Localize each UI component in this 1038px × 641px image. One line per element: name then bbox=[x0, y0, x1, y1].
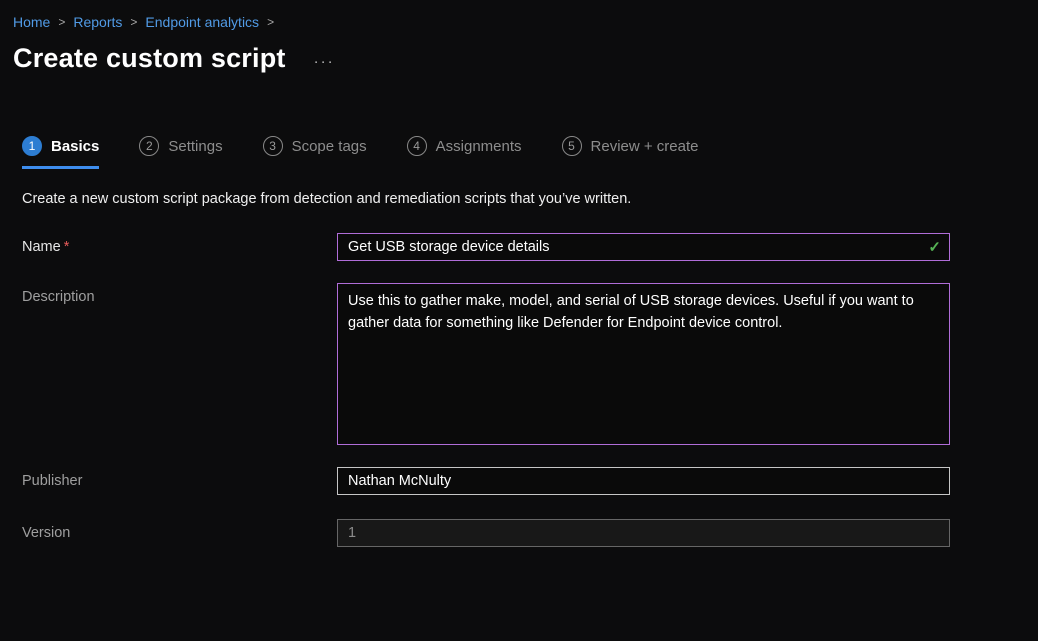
wizard-steps: 1 Basics 2 Settings 3 Scope tags 4 Assig… bbox=[22, 136, 1038, 169]
breadcrumb-home-link[interactable]: Home bbox=[13, 14, 50, 30]
tab-basics-label: Basics bbox=[51, 138, 99, 155]
step-2-circle: 2 bbox=[139, 136, 159, 156]
description-textarea[interactable]: Use this to gather make, model, and seri… bbox=[337, 283, 950, 445]
name-label: Name* bbox=[22, 233, 337, 261]
breadcrumb-separator: > bbox=[58, 15, 65, 29]
tab-scope-tags-label: Scope tags bbox=[292, 138, 367, 155]
breadcrumb-separator: > bbox=[267, 15, 274, 29]
tab-settings[interactable]: 2 Settings bbox=[139, 136, 222, 169]
version-input-wrap bbox=[337, 519, 950, 547]
name-field-row: Name* ✓ bbox=[22, 233, 1038, 261]
breadcrumb-separator: > bbox=[130, 15, 137, 29]
name-label-text: Name bbox=[22, 239, 61, 255]
version-input bbox=[337, 519, 950, 547]
intro-text: Create a new custom script package from … bbox=[22, 191, 1038, 207]
page-title: Create custom script bbox=[13, 43, 286, 74]
description-input-wrap: Use this to gather make, model, and seri… bbox=[337, 283, 950, 445]
basics-form: Name* ✓ Description Use this to gather m… bbox=[22, 233, 1038, 547]
tab-assignments-label: Assignments bbox=[436, 138, 522, 155]
tab-review-create[interactable]: 5 Review + create bbox=[562, 136, 699, 169]
required-asterisk: * bbox=[64, 239, 70, 255]
step-3-circle: 3 bbox=[263, 136, 283, 156]
step-1-circle: 1 bbox=[22, 136, 42, 156]
name-input[interactable] bbox=[337, 233, 950, 261]
version-label: Version bbox=[22, 519, 337, 547]
title-row: Create custom script ··· bbox=[0, 30, 1038, 74]
publisher-field-row: Publisher bbox=[22, 467, 1038, 495]
tab-basics[interactable]: 1 Basics bbox=[22, 136, 99, 169]
breadcrumb: Home > Reports > Endpoint analytics > bbox=[0, 0, 1038, 30]
description-label: Description bbox=[22, 283, 337, 445]
step-5-circle: 5 bbox=[562, 136, 582, 156]
step-4-circle: 4 bbox=[407, 136, 427, 156]
publisher-input[interactable] bbox=[337, 467, 950, 495]
create-custom-script-page: Home > Reports > Endpoint analytics > Cr… bbox=[0, 0, 1038, 547]
name-input-wrap: ✓ bbox=[337, 233, 950, 261]
publisher-label: Publisher bbox=[22, 467, 337, 495]
publisher-input-wrap bbox=[337, 467, 950, 495]
description-field-row: Description Use this to gather make, mod… bbox=[22, 283, 1038, 445]
tab-scope-tags[interactable]: 3 Scope tags bbox=[263, 136, 367, 169]
breadcrumb-endpoint-analytics-link[interactable]: Endpoint analytics bbox=[145, 14, 259, 30]
tab-assignments[interactable]: 4 Assignments bbox=[407, 136, 522, 169]
tab-review-create-label: Review + create bbox=[591, 138, 699, 155]
tab-settings-label: Settings bbox=[168, 138, 222, 155]
breadcrumb-reports-link[interactable]: Reports bbox=[73, 14, 122, 30]
more-options-ellipsis-icon[interactable]: ··· bbox=[314, 47, 335, 70]
version-field-row: Version bbox=[22, 519, 1038, 547]
